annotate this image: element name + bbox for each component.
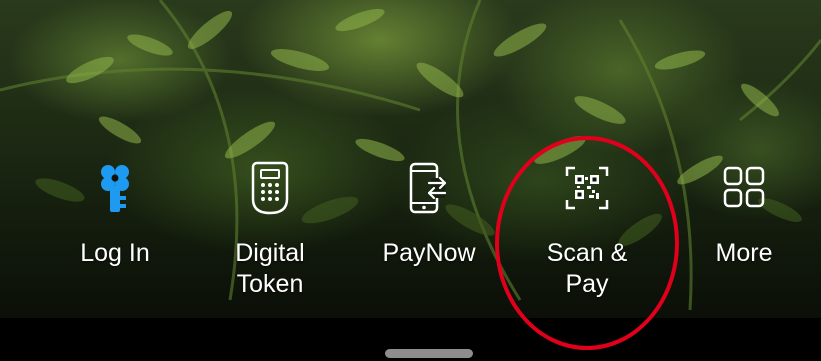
more-label: More (715, 239, 773, 267)
quick-actions-dock: Log In Digital Token PayNow Scan & Pay M… (0, 0, 821, 318)
login-button[interactable]: Log In (55, 160, 175, 269)
more-button[interactable]: More (684, 160, 804, 269)
paynow-label: PayNow (382, 239, 476, 267)
qr-scan-icon (565, 166, 609, 210)
home-indicator[interactable] (385, 349, 473, 358)
phone-transfer-icon (409, 162, 447, 214)
token-device-icon (251, 161, 289, 215)
digital-token-button[interactable]: Digital Token (210, 160, 330, 300)
grid-icon (723, 166, 765, 208)
digital-token-label: Digital Token (235, 239, 305, 298)
key-icon (101, 165, 129, 212)
app-screen: Log In Digital Token PayNow Scan & Pay M… (0, 0, 821, 361)
login-label: Log In (80, 239, 150, 267)
scan-and-pay-label: Scan & Pay (546, 239, 628, 298)
scan-and-pay-button[interactable]: Scan & Pay (527, 160, 647, 300)
paynow-button[interactable]: PayNow (369, 160, 489, 269)
